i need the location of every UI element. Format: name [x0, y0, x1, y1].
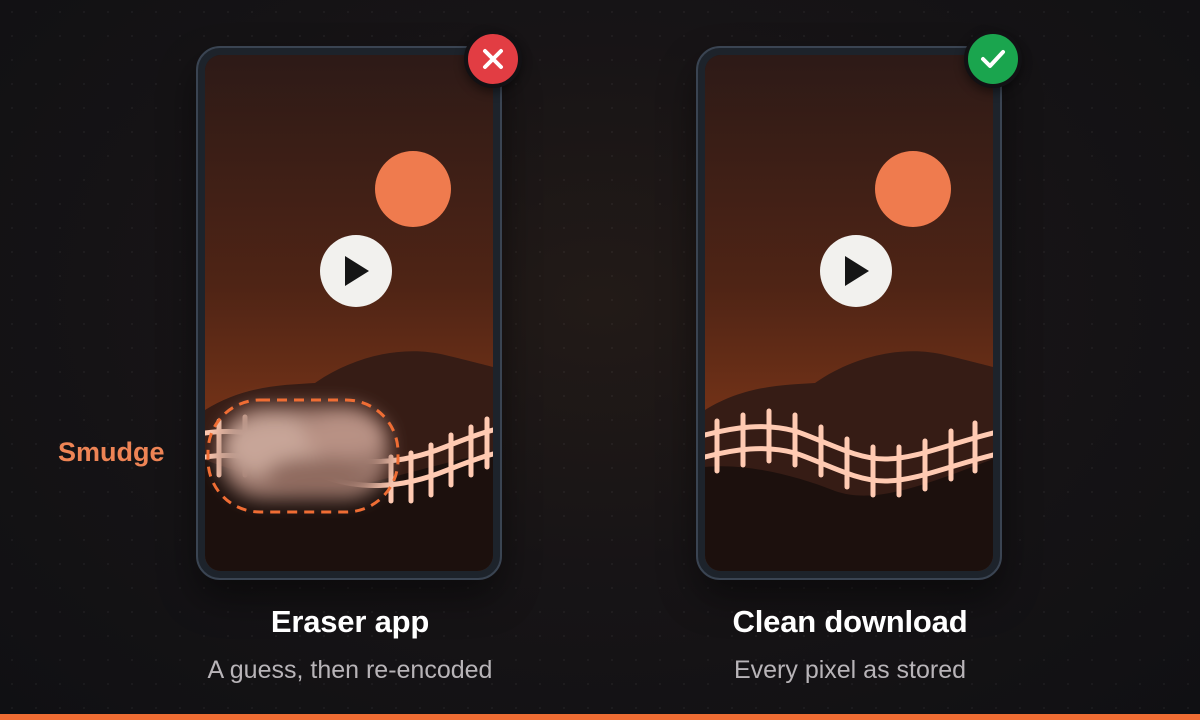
comparison-canvas: Eraser app A guess, then re-encoded Smud…: [0, 0, 1200, 720]
accent-bottom-bar: [0, 714, 1200, 720]
clean-video-preview: [705, 55, 993, 571]
smudge-highlight-outline: [206, 398, 400, 514]
play-icon: [845, 256, 869, 286]
clean-download-title: Clean download: [732, 604, 968, 639]
error-badge: [464, 30, 522, 88]
play-icon: [345, 256, 369, 286]
close-icon: [483, 49, 503, 69]
sun: [375, 151, 451, 227]
play-button[interactable]: [320, 235, 392, 307]
smudge-label: Smudge: [58, 437, 165, 467]
eraser-app-panel: Eraser app A guess, then re-encoded: [140, 0, 560, 720]
check-icon: [981, 50, 1005, 68]
clean-phone-frame: [696, 46, 1002, 580]
clean-scene: [705, 55, 993, 571]
eraser-app-title: Eraser app: [270, 604, 430, 639]
clean-download-panel: Clean download Every pixel as stored: [640, 0, 1060, 720]
success-badge: [964, 30, 1022, 88]
sun: [875, 151, 951, 227]
play-button[interactable]: [820, 235, 892, 307]
clean-download-subtitle: Every pixel as stored: [733, 656, 967, 684]
eraser-app-subtitle: A guess, then re-encoded: [207, 656, 493, 684]
